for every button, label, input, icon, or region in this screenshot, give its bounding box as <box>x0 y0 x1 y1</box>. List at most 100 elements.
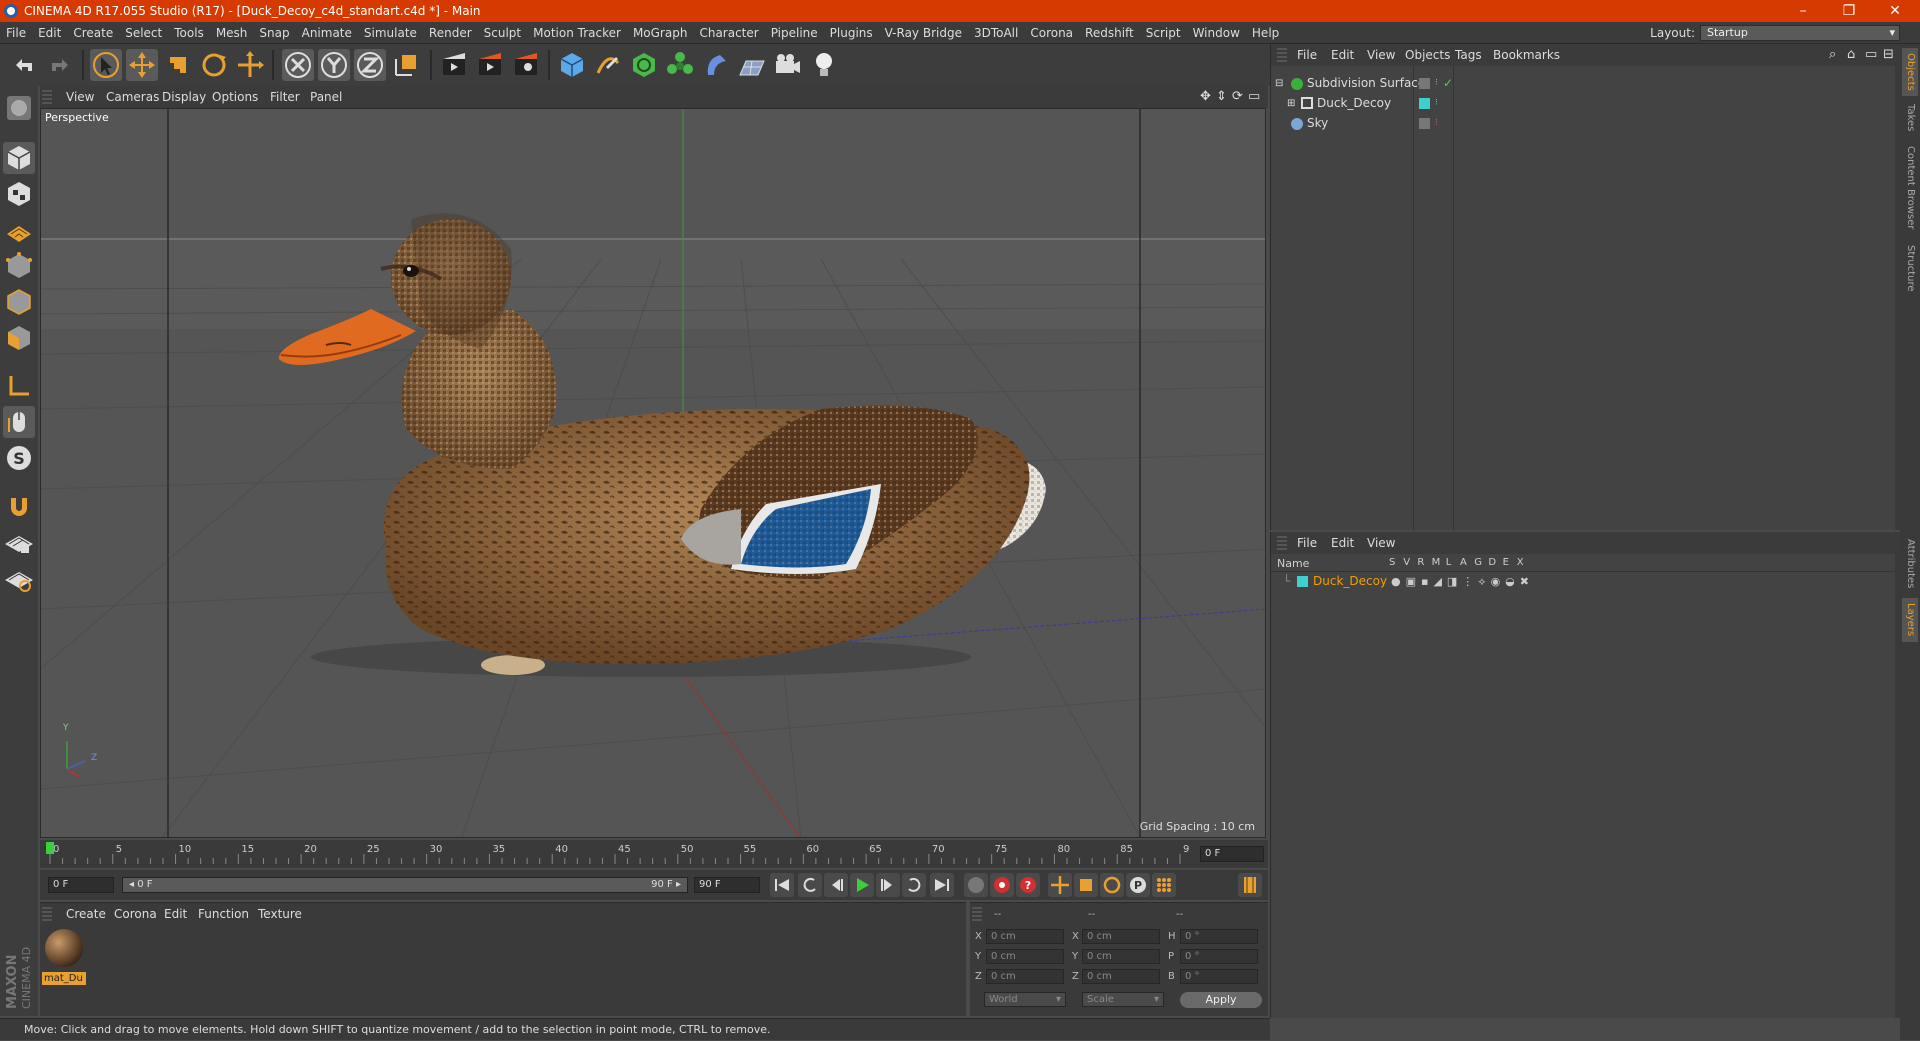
object-row-sky[interactable]: Sky ⁝ <box>1271 114 1901 133</box>
minimize-icon[interactable]: – <box>1780 0 1826 22</box>
object-menu-tags[interactable]: Tags <box>1455 44 1482 66</box>
z-axis-lock-button[interactable] <box>354 49 386 81</box>
rotation-key-button[interactable] <box>1100 873 1124 897</box>
menu-3dtoall[interactable]: 3DToAll <box>968 22 1024 44</box>
viewport-zoom-icon[interactable]: ⇕ <box>1216 86 1227 108</box>
tab-content-browser[interactable]: Content Browser <box>1902 140 1918 236</box>
viewport-rotate-icon[interactable]: ⟳ <box>1232 86 1243 108</box>
go-to-next-frame-button[interactable] <box>876 873 900 897</box>
tab-attributes[interactable]: Attributes <box>1902 534 1918 594</box>
menu-animate[interactable]: Animate <box>296 22 358 44</box>
coord-pos-x-field[interactable]: 0 cm <box>986 929 1064 944</box>
3d-viewport[interactable]: Perspective Y Z Grid Spacing : 10 cm <box>40 108 1266 838</box>
go-to-end-button[interactable] <box>930 873 954 897</box>
frame-range-slider[interactable]: ◂ 0 F 90 F ▸ <box>122 877 688 893</box>
subdivision-surface-button[interactable] <box>628 49 660 81</box>
layer-menu-file[interactable]: File <box>1297 532 1317 554</box>
menu-window[interactable]: Window <box>1187 22 1246 44</box>
render-settings-button[interactable] <box>510 49 542 81</box>
make-editable-button[interactable] <box>3 92 35 124</box>
layer-column-e[interactable]: E <box>1503 557 1509 568</box>
coord-size-y-field[interactable]: 0 cm <box>1082 949 1160 964</box>
menu-file[interactable]: File <box>0 22 32 44</box>
coord-scale-select[interactable]: Scale ▾ <box>1082 992 1164 1007</box>
tweak-mode-button[interactable] <box>3 406 35 438</box>
redo-button[interactable] <box>44 49 76 81</box>
object-menu-bookmarks[interactable]: Bookmarks <box>1493 44 1560 66</box>
menu-help[interactable]: Help <box>1246 22 1285 44</box>
layer-column-d[interactable]: D <box>1488 557 1496 568</box>
move-tool-button[interactable] <box>126 49 158 81</box>
keyframe-selection-button[interactable]: ? <box>1016 873 1040 897</box>
menu-tools[interactable]: Tools <box>168 22 210 44</box>
viewport-menu-options[interactable]: Options <box>212 86 258 108</box>
snap-magnet-button[interactable] <box>3 490 35 522</box>
viewport-menu-display[interactable]: Display <box>162 86 206 108</box>
menu-mesh[interactable]: Mesh <box>210 22 254 44</box>
material-menu-texture[interactable]: Texture <box>258 903 302 925</box>
layer-color-swatch[interactable] <box>1419 98 1430 109</box>
model-mode-button[interactable] <box>3 142 35 174</box>
layer-column-a[interactable]: A <box>1460 557 1467 568</box>
visibility-dots-icon[interactable]: ⁝ <box>1435 74 1438 93</box>
scale-tool-button[interactable] <box>162 49 194 81</box>
floor-object-button[interactable] <box>736 49 768 81</box>
coord-world-select[interactable]: World ▾ <box>984 992 1066 1007</box>
point-level-animation-button[interactable] <box>1152 873 1176 897</box>
autokey-button[interactable] <box>990 873 1014 897</box>
coord-rot-h-field[interactable]: 0 ° <box>1180 929 1258 944</box>
layer-column-l[interactable]: L <box>1446 557 1452 568</box>
layer-column-g[interactable]: G <box>1474 557 1482 568</box>
collapse-icon[interactable]: ⊟ <box>1275 74 1283 93</box>
render-view-button[interactable] <box>438 49 470 81</box>
coord-rot-b-field[interactable]: 0 ° <box>1180 969 1258 984</box>
edges-mode-button[interactable] <box>3 286 35 318</box>
home-icon[interactable]: ⌂ <box>1847 44 1855 66</box>
texture-mode-button[interactable] <box>3 178 35 210</box>
restore-icon[interactable]: ❐ <box>1826 0 1872 22</box>
menu-motion-tracker[interactable]: Motion Tracker <box>527 22 627 44</box>
visibility-toggle-icon[interactable] <box>1419 78 1430 89</box>
position-key-button[interactable] <box>1048 873 1072 897</box>
timeline-end-field[interactable]: 0 F <box>1200 846 1264 862</box>
menu-simulate[interactable]: Simulate <box>358 22 423 44</box>
mograph-cloner-button[interactable] <box>664 49 696 81</box>
material-swatch[interactable]: mat_Du <box>42 927 86 985</box>
apply-button[interactable]: Apply <box>1180 992 1262 1008</box>
workplane-lock-button[interactable] <box>3 526 35 558</box>
points-mode-button[interactable] <box>3 250 35 282</box>
go-to-next-key-button[interactable] <box>902 873 926 897</box>
layer-row-duck-decoy[interactable]: └ Duck_Decoy ●▣▪◢◨⋮⟡◉◒✖ <box>1271 572 1901 591</box>
spline-pen-button[interactable] <box>592 49 624 81</box>
material-menu-edit[interactable]: Edit <box>164 903 187 925</box>
timeline-playhead[interactable] <box>46 842 54 854</box>
new-view-icon[interactable]: ▭ <box>1865 44 1877 66</box>
scale-key-button[interactable] <box>1074 873 1098 897</box>
y-axis-lock-button[interactable] <box>318 49 350 81</box>
object-menu-edit[interactable]: Edit <box>1331 44 1354 66</box>
solo-mode-button[interactable]: S <box>3 442 35 474</box>
object-menu-objects[interactable]: Objects <box>1405 44 1450 66</box>
coord-pos-z-field[interactable]: 0 cm <box>986 969 1064 984</box>
object-menu-view[interactable]: View <box>1367 44 1395 66</box>
expand-icon[interactable]: ⊞ <box>1287 94 1295 113</box>
layer-column-m[interactable]: M <box>1432 557 1441 568</box>
material-menu-create[interactable]: Create <box>66 903 106 925</box>
search-icon[interactable]: ⌕ <box>1829 44 1836 66</box>
layer-menu-edit[interactable]: Edit <box>1331 532 1354 554</box>
layer-column-r[interactable]: R <box>1417 557 1424 568</box>
workplane-align-button[interactable] <box>3 562 35 594</box>
coordinate-system-button[interactable] <box>390 49 422 81</box>
menu-v-ray-bridge[interactable]: V-Ray Bridge <box>879 22 968 44</box>
viewport-menu-filter[interactable]: Filter <box>270 86 300 108</box>
menu-mograph[interactable]: MoGraph <box>627 22 694 44</box>
layout-select[interactable]: Startup ▾ <box>1700 25 1900 41</box>
menu-plugins[interactable]: Plugins <box>824 22 879 44</box>
menu-pipeline[interactable]: Pipeline <box>765 22 824 44</box>
close-icon[interactable]: ✕ <box>1872 0 1918 22</box>
tab-objects[interactable]: Objects <box>1902 48 1918 96</box>
render-picture-viewer-button[interactable] <box>474 49 506 81</box>
tab-structure[interactable]: Structure <box>1902 240 1918 296</box>
go-to-previous-frame-button[interactable] <box>824 873 848 897</box>
x-axis-lock-button[interactable] <box>282 49 314 81</box>
